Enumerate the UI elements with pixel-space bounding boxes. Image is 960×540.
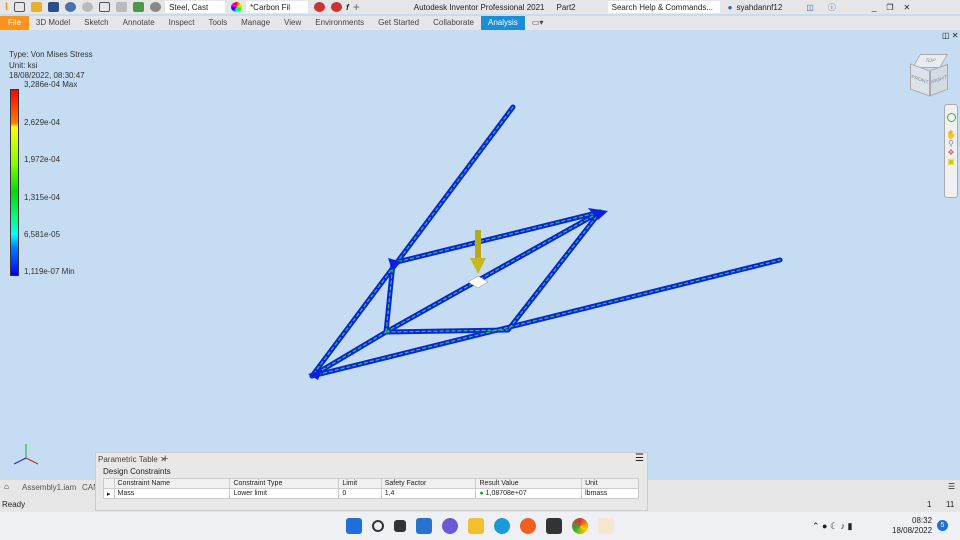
- store-icon[interactable]: [546, 518, 562, 534]
- file-explorer-icon[interactable]: [468, 518, 484, 534]
- clock-time: 08:32: [912, 516, 933, 525]
- panel-menu-icon[interactable]: ☰: [635, 453, 644, 464]
- panel-toggle-icon[interactable]: ◫ ✕: [942, 31, 958, 40]
- task-view-icon[interactable]: [394, 520, 406, 532]
- steering-wheel-icon[interactable]: [947, 113, 956, 122]
- navigation-bar[interactable]: ✋ ⚲ ❖ ▣: [944, 104, 958, 198]
- notification-badge[interactable]: 5: [937, 520, 948, 531]
- column-header[interactable]: Limit: [338, 478, 382, 489]
- viewcube-right[interactable]: RIGHT: [930, 63, 948, 97]
- zoom-icon[interactable]: ⚲: [945, 139, 957, 148]
- taskbar: ⌃ ● ☾ ♪ ▮ 08:32 18/08/2022 5: [0, 512, 960, 540]
- column-header[interactable]: Safety Factor: [380, 478, 477, 489]
- start-icon[interactable]: [346, 518, 362, 534]
- add-tab-button[interactable]: +: [162, 453, 168, 465]
- group-label: Design Constraints: [103, 467, 171, 476]
- inventor-taskbar-icon[interactable]: [598, 518, 614, 534]
- column-header[interactable]: Result Value: [475, 478, 583, 489]
- axis-triad-icon: [13, 444, 39, 465]
- tabs-menu-icon[interactable]: ☰: [948, 482, 955, 491]
- tab-parametric-table[interactable]: Parametric Table ✕: [98, 455, 167, 464]
- status-text: Ready: [2, 500, 26, 509]
- column-header[interactable]: Unit: [581, 478, 639, 489]
- tray-icons[interactable]: ⌃ ● ☾ ♪ ▮: [812, 521, 853, 532]
- status-count-2: 11: [946, 500, 955, 509]
- widgets-icon[interactable]: [416, 518, 432, 534]
- cell[interactable]: 0: [338, 488, 382, 499]
- cell[interactable]: Mass: [113, 488, 231, 499]
- parametric-table-panel: Parametric Table ✕ + ☰ Design Constraint…: [95, 452, 648, 511]
- column-header[interactable]: Constraint Name: [113, 478, 231, 489]
- search-icon[interactable]: [372, 520, 384, 532]
- clock-date: 18/08/2022: [892, 526, 933, 535]
- status-ok-icon: ●: [479, 490, 484, 497]
- orbit-icon[interactable]: ❖: [945, 148, 957, 157]
- table-row[interactable]: ▸ Mass Lower limit 0 1,4 ● 1,08708e+07 l…: [103, 488, 639, 499]
- edge-icon[interactable]: [494, 518, 510, 534]
- firefox-icon[interactable]: [520, 518, 536, 534]
- doc-tab-assembly[interactable]: Assembly1.iam: [22, 483, 76, 492]
- cell[interactable]: 1,4: [380, 488, 477, 499]
- chat-icon[interactable]: [442, 518, 458, 534]
- look-at-icon[interactable]: ▣: [945, 157, 957, 166]
- cell[interactable]: ● 1,08708e+07: [475, 488, 583, 499]
- cell[interactable]: lbmass: [581, 488, 639, 499]
- constraints-table: Constraint Name Constraint Type Limit Sa…: [103, 478, 639, 499]
- column-header[interactable]: Constraint Type: [229, 478, 340, 489]
- cell[interactable]: Lower limit: [229, 488, 340, 499]
- view-cube[interactable]: TOP FRONT RIGHT: [910, 54, 950, 97]
- clock[interactable]: 08:32 18/08/2022: [892, 516, 932, 536]
- viewcube-front[interactable]: FRONT: [910, 63, 930, 97]
- chrome-icon[interactable]: [572, 518, 588, 534]
- home-tab-icon[interactable]: ⌂: [4, 482, 9, 491]
- status-count-1: 1: [927, 500, 932, 509]
- pan-icon[interactable]: ✋: [945, 130, 957, 139]
